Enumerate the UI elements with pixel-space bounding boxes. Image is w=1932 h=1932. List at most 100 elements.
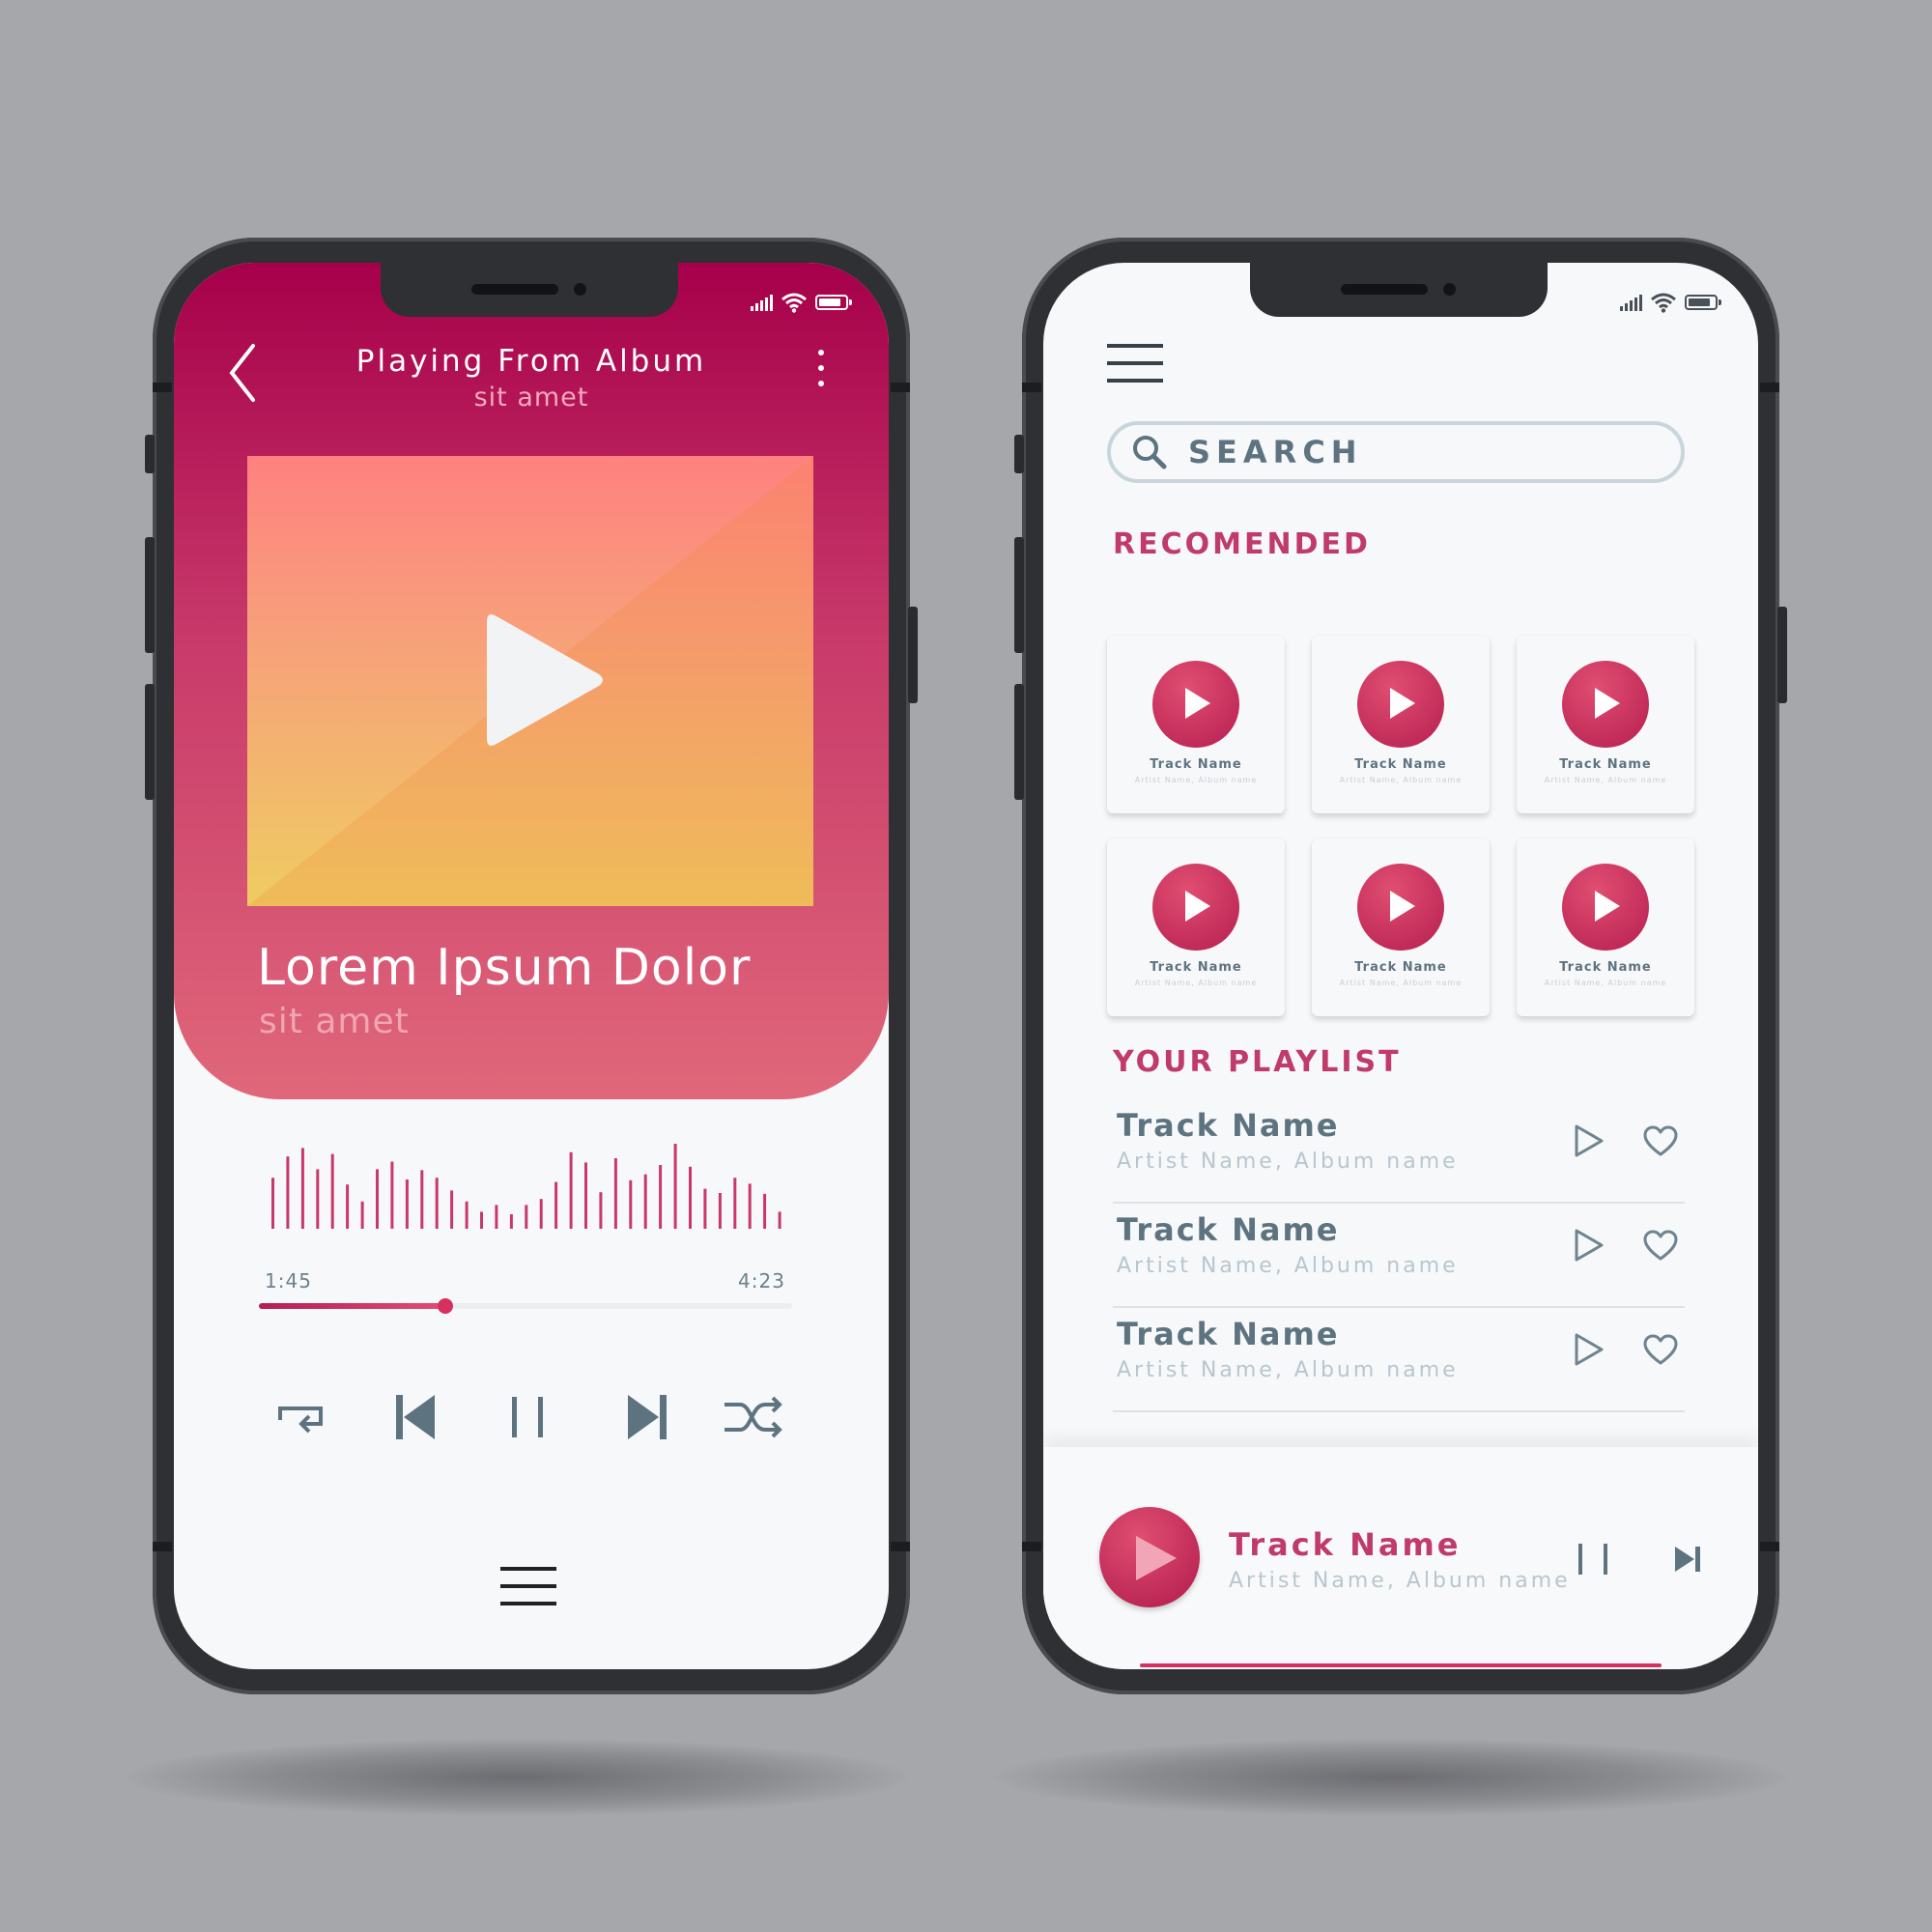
recommended-heading: RECOMENDED	[1113, 527, 1371, 561]
antenna-band	[153, 383, 172, 392]
antenna-band	[1760, 1542, 1779, 1551]
recommended-card[interactable]: Track Name Artist Name, Album name	[1107, 636, 1285, 813]
search-input[interactable]	[1186, 433, 1654, 471]
waveform-bar	[346, 1184, 350, 1229]
waveform-bar	[376, 1169, 379, 1229]
pause-icon[interactable]	[1577, 1540, 1611, 1578]
playlist-row[interactable]: Track Name Artist Name, Album name	[1113, 1099, 1685, 1204]
waveform-bar	[613, 1158, 617, 1229]
card-play-button[interactable]	[1357, 661, 1444, 748]
recommended-card[interactable]: Track Name Artist Name, Album name	[1517, 838, 1694, 1016]
playlist-artist-name: Artist Name, Album name	[1117, 1150, 1459, 1174]
phone-shadow-left	[126, 1739, 908, 1816]
menu-button[interactable]	[500, 1567, 556, 1609]
repeat-icon[interactable]	[276, 1403, 330, 1445]
heart-icon[interactable]	[1642, 1333, 1679, 1366]
pause-icon[interactable]	[510, 1393, 545, 1441]
mini-player-play-button[interactable]	[1099, 1507, 1200, 1607]
waveform-bar	[435, 1178, 439, 1229]
waveform-bar	[405, 1179, 409, 1229]
play-icon	[1185, 891, 1210, 922]
card-play-button[interactable]	[1152, 864, 1239, 951]
waveform-bar	[539, 1199, 543, 1229]
album-subtitle: sit amet	[473, 383, 589, 412]
next-icon[interactable]	[626, 1393, 668, 1441]
mute-switch	[145, 435, 155, 473]
volume-up-button	[1014, 537, 1024, 653]
battery-icon	[1685, 295, 1721, 310]
notch	[1250, 263, 1548, 317]
play-icon[interactable]	[1573, 1122, 1605, 1159]
waveform-bar	[480, 1211, 483, 1229]
signal-icon	[1620, 294, 1642, 311]
waveform-bar	[271, 1178, 274, 1229]
playlist-row[interactable]: Track Name Artist Name, Album name	[1113, 1204, 1685, 1308]
status-bar	[751, 292, 852, 313]
card-artist-name: Artist Name, Album name	[1134, 979, 1258, 987]
search-bar[interactable]	[1107, 421, 1685, 483]
waveform-bar	[763, 1193, 767, 1229]
recommended-card[interactable]: Track Name Artist Name, Album name	[1517, 636, 1694, 813]
waveform-bar	[703, 1188, 707, 1229]
playlist-track-name: Track Name	[1117, 1316, 1340, 1352]
notch	[381, 263, 678, 317]
waveform-bar	[733, 1178, 737, 1229]
waveform	[271, 1144, 781, 1229]
mute-switch	[1014, 435, 1024, 473]
home-indicator-accent	[1140, 1663, 1662, 1667]
playlist-row[interactable]: Track Name Artist Name, Album name	[1113, 1308, 1685, 1412]
seek-bar-fill	[259, 1303, 446, 1309]
next-icon[interactable]	[1673, 1544, 1704, 1575]
card-artist-name: Artist Name, Album name	[1544, 979, 1667, 987]
heart-icon[interactable]	[1642, 1229, 1679, 1262]
waveform-bar	[629, 1179, 633, 1229]
album-artwork[interactable]	[247, 456, 813, 906]
card-track-name: Track Name	[1559, 757, 1652, 772]
play-icon[interactable]	[1573, 1331, 1605, 1368]
recommended-card[interactable]: Track Name Artist Name, Album name	[1312, 636, 1490, 813]
seek-bar[interactable]	[259, 1298, 792, 1314]
seek-bar-handle[interactable]	[438, 1298, 454, 1314]
play-icon[interactable]	[1573, 1227, 1605, 1264]
recommended-card[interactable]: Track Name Artist Name, Album name	[1107, 838, 1285, 1016]
play-icon	[1136, 1536, 1177, 1580]
waveform-bar	[554, 1181, 558, 1229]
more-vertical-icon	[811, 350, 831, 386]
now-playing-screen: Playing From Album sit amet Lorem Ipsum …	[174, 263, 889, 1669]
waveform-bar	[689, 1166, 692, 1229]
signal-icon	[751, 294, 773, 311]
playlist-track-name: Track Name	[1117, 1107, 1340, 1144]
wifi-icon	[1651, 293, 1676, 313]
menu-button[interactable]	[1107, 344, 1163, 384]
card-play-button[interactable]	[1152, 661, 1239, 748]
playlist-artist-name: Artist Name, Album name	[1117, 1358, 1459, 1382]
waveform-bar	[316, 1169, 320, 1229]
waveform-bar	[286, 1156, 290, 1229]
card-play-button[interactable]	[1562, 661, 1649, 748]
playlist-track-name: Track Name	[1117, 1211, 1340, 1248]
shuffle-icon[interactable]	[723, 1393, 784, 1441]
total-time: 4:23	[738, 1269, 785, 1293]
antenna-band	[1760, 383, 1779, 392]
more-options-button[interactable]	[811, 350, 831, 394]
waveform-bar	[584, 1162, 587, 1229]
antenna-band	[1022, 1542, 1041, 1551]
heart-icon[interactable]	[1642, 1124, 1679, 1157]
song-title: Lorem Ipsum Dolor	[257, 939, 752, 997]
recommended-card[interactable]: Track Name Artist Name, Album name	[1312, 838, 1490, 1016]
waveform-bar	[659, 1165, 663, 1229]
waveform-bar	[525, 1205, 528, 1229]
song-subtitle: sit amet	[259, 1002, 410, 1041]
card-play-button[interactable]	[1562, 864, 1649, 951]
phone-library: RECOMENDED Track Name Artist Name, Album …	[1014, 238, 1787, 1694]
mini-player[interactable]: Track Name Artist Name, Album name	[1043, 1447, 1758, 1669]
previous-icon[interactable]	[394, 1393, 437, 1441]
play-icon[interactable]	[481, 609, 607, 752]
play-icon	[1390, 688, 1415, 719]
waveform-bar	[778, 1211, 781, 1229]
card-play-button[interactable]	[1357, 864, 1444, 951]
waveform-bar	[495, 1205, 498, 1229]
card-track-name: Track Name	[1150, 960, 1242, 975]
waveform-bar	[748, 1183, 752, 1229]
elapsed-time: 1:45	[265, 1269, 312, 1293]
